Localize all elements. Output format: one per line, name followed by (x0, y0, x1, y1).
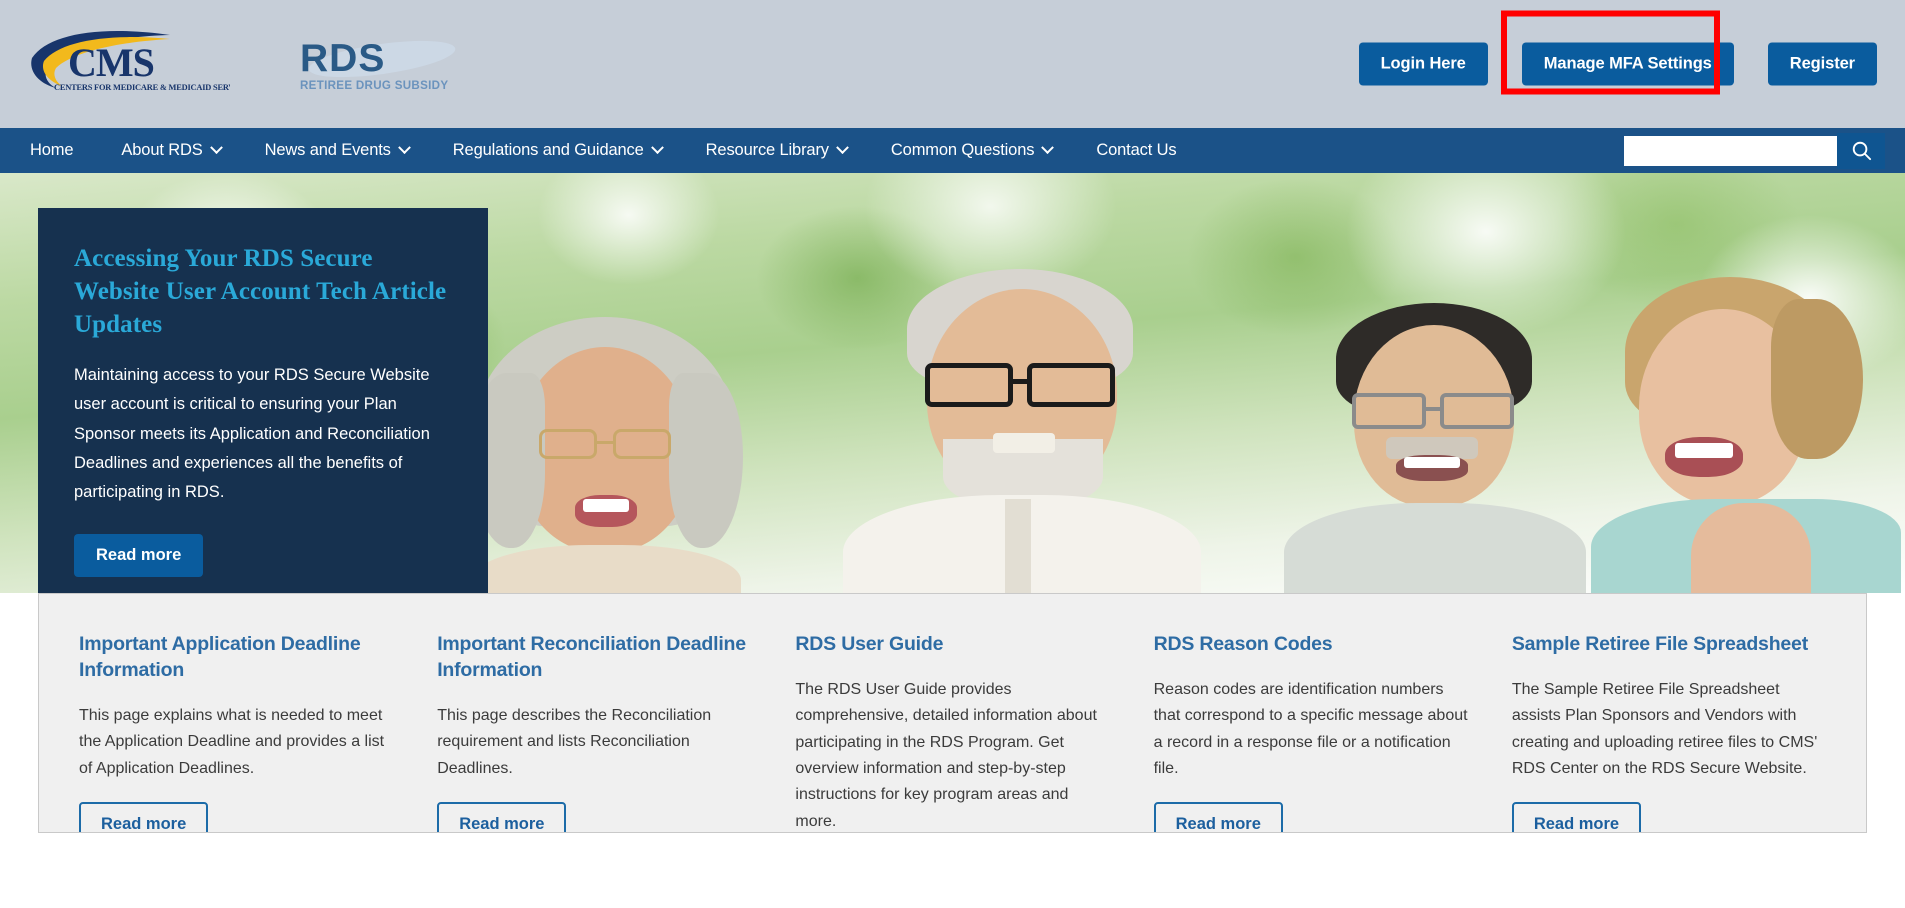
card-title-link[interactable]: Important Application Deadline Informati… (79, 632, 393, 684)
hero-section: Accessing Your RDS Secure Website User A… (0, 173, 1905, 593)
register-button[interactable]: Register (1767, 42, 1877, 86)
header-actions: Login Here Manage MFA Settings Register (1358, 10, 1877, 96)
card-title-link[interactable]: Important Reconciliation Deadline Inform… (437, 632, 751, 684)
card-read-more-button[interactable]: Read more (79, 802, 209, 832)
resource-cards-section: Important Application Deadline Informati… (38, 593, 1867, 833)
nav-item-news-and-events[interactable]: News and Events (243, 128, 431, 173)
nav-label: Regulations and Guidance (452, 141, 644, 159)
chevron-down-icon (397, 141, 411, 155)
chevron-down-icon (209, 141, 223, 155)
svg-text:RDS: RDS (300, 37, 385, 80)
nav-item-about-rds[interactable]: About RDS (99, 128, 242, 173)
resource-cards-row: Important Application Deadline Informati… (39, 594, 1866, 832)
card-rds-reason-codes: RDS Reason Codes Reason codes are identi… (1132, 632, 1490, 832)
hero-feature-card: Accessing Your RDS Secure Website User A… (38, 208, 488, 593)
card-important-reconciliation-deadline-information: Important Reconciliation Deadline Inform… (415, 632, 773, 832)
main-navigation: Home About RDS News and Events Regulatio… (0, 128, 1905, 173)
nav-item-regulations-and-guidance[interactable]: Regulations and Guidance (431, 128, 684, 173)
card-title-link[interactable]: RDS User Guide (795, 632, 1109, 658)
card-text: The Sample Retiree File Spreadsheet assi… (1511, 680, 1818, 778)
card-read-more-button[interactable]: Read more (1511, 802, 1642, 832)
svg-text:RETIREE DRUG SUBSIDY: RETIREE DRUG SUBSIDY (300, 79, 448, 92)
cms-logo[interactable]: CMS CENTERS FOR MEDICARE & MEDICAID SERV… (30, 28, 230, 100)
nav-label: News and Events (264, 141, 391, 159)
rds-logo[interactable]: RDS RETIREE DRUG SUBSIDY (290, 29, 465, 99)
card-text: Reason codes are identification numbers … (1153, 680, 1468, 778)
search-area (1624, 132, 1885, 169)
card-title-link[interactable]: RDS Reason Codes (1154, 632, 1468, 658)
nav-label: Resource Library (705, 141, 829, 159)
card-text: The RDS User Guide provides comprehensiv… (795, 680, 1097, 830)
chevron-down-icon (650, 141, 664, 155)
hero-description: Maintaining access to your RDS Secure We… (74, 366, 430, 502)
manage-mfa-settings-wrapper: Manage MFA Settings (1500, 10, 1746, 96)
search-button[interactable] (1837, 132, 1885, 169)
card-sample-retiree-file-spreadsheet: Sample Retiree File Spreadsheet The Samp… (1490, 632, 1848, 832)
card-text: This page explains what is needed to mee… (79, 706, 385, 777)
card-read-more-button[interactable]: Read more (1153, 802, 1283, 832)
nav-item-common-questions[interactable]: Common Questions (869, 128, 1074, 173)
search-icon (1852, 141, 1871, 161)
login-here-button[interactable]: Login Here (1358, 42, 1488, 86)
svg-text:CMS: CMS (68, 40, 154, 85)
nav-items: Home About RDS News and Events Regulatio… (0, 128, 1198, 173)
card-read-more-button[interactable]: Read more (437, 802, 567, 832)
nav-label: Home (30, 141, 74, 159)
card-important-application-deadline-information: Important Application Deadline Informati… (57, 632, 415, 832)
nav-item-resource-library[interactable]: Resource Library (684, 128, 869, 173)
card-text: This page describes the Reconciliation r… (437, 706, 712, 777)
svg-text:CENTERS FOR MEDICARE & MEDICAI: CENTERS FOR MEDICARE & MEDICAID SERVICES (54, 83, 230, 92)
nav-item-contact-us[interactable]: Contact Us (1074, 128, 1198, 173)
manage-mfa-settings-button[interactable]: Manage MFA Settings (1521, 42, 1734, 86)
hero-title: Accessing Your RDS Secure Website User A… (74, 245, 447, 338)
card-title-link[interactable]: Sample Retiree File Spreadsheet (1512, 632, 1826, 658)
site-header: CMS CENTERS FOR MEDICARE & MEDICAID SERV… (0, 0, 1905, 128)
nav-label: About RDS (121, 141, 203, 159)
logo-group: CMS CENTERS FOR MEDICARE & MEDICAID SERV… (0, 28, 465, 100)
search-input[interactable] (1624, 135, 1837, 166)
nav-label: Common Questions (890, 141, 1035, 159)
chevron-down-icon (1041, 141, 1055, 155)
nav-item-home[interactable]: Home (30, 128, 99, 173)
nav-label: Contact Us (1096, 141, 1177, 159)
chevron-down-icon (836, 141, 849, 155)
hero-read-more-button[interactable]: Read more (74, 533, 204, 577)
card-rds-user-guide: RDS User Guide The RDS User Guide provid… (773, 632, 1131, 832)
